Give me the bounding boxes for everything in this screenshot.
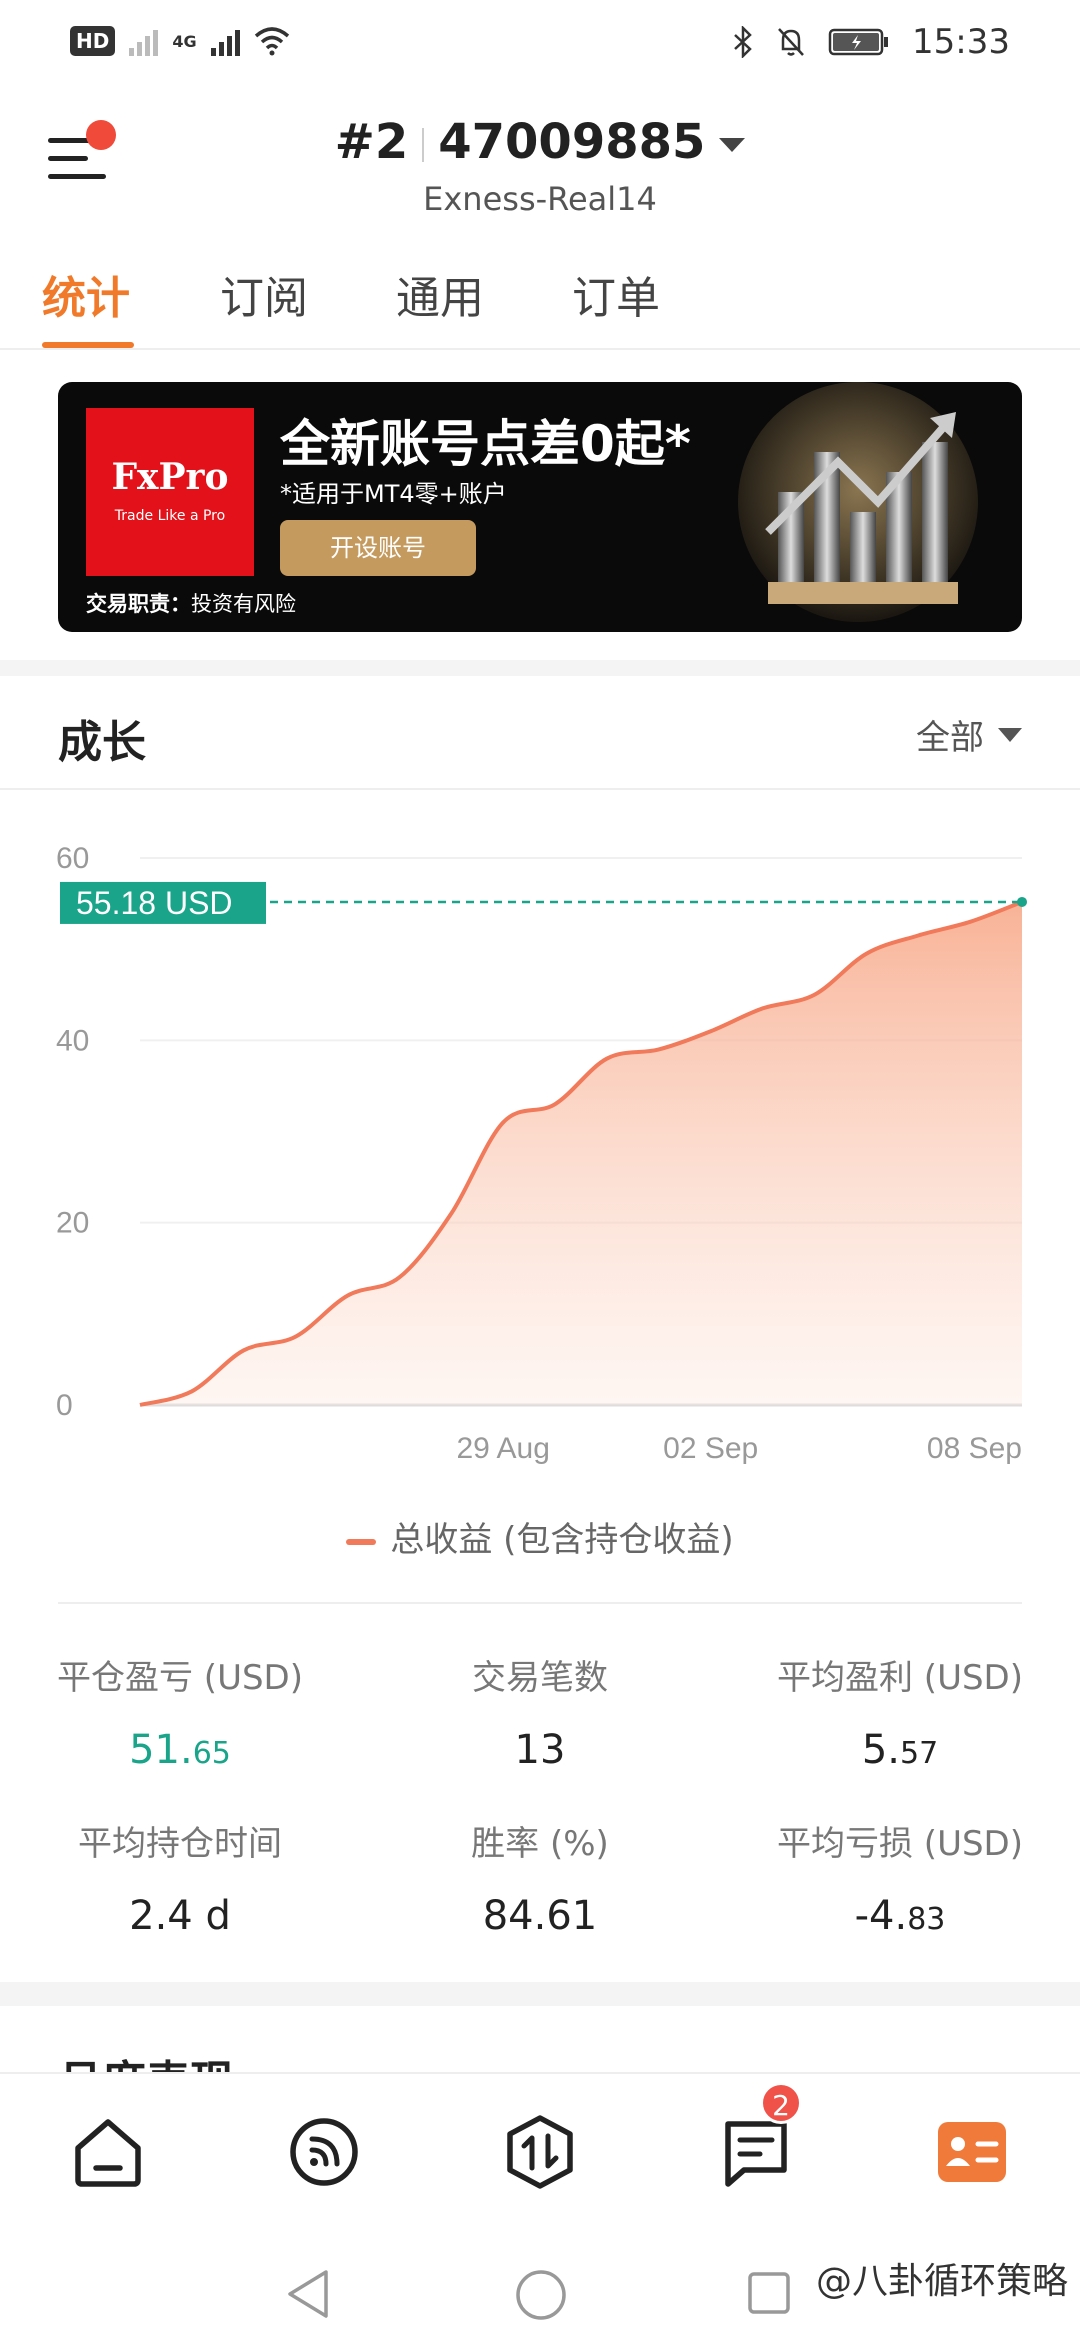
section-divider xyxy=(0,1982,1080,2006)
legend-swatch xyxy=(346,1538,377,1545)
status-bar: HD 4G 15:33 xyxy=(0,0,1080,92)
home-circle-icon[interactable] xyxy=(514,2268,568,2322)
stat-value: 13 xyxy=(514,1727,566,1773)
x-tick-label: 29 Aug xyxy=(456,1432,549,1465)
banner-chart-illustration xyxy=(738,382,978,622)
feed-icon[interactable] xyxy=(284,2112,364,2192)
stat-value: 84.61 xyxy=(482,1893,598,1939)
y-tick-label: 0 xyxy=(56,1389,73,1422)
x-tick-label: 02 Sep xyxy=(663,1432,758,1465)
open-account-button[interactable]: 开设账号 xyxy=(280,520,476,576)
stat-win-rate: 胜率 (%) 84.61 xyxy=(360,1816,720,1939)
x-tick-label: 08 Sep xyxy=(927,1432,1022,1465)
stat-label: 胜率 (%) xyxy=(471,1824,609,1864)
account-number: 47009885 xyxy=(438,114,706,170)
sim2-signal-icon xyxy=(210,26,240,56)
profile-card-icon[interactable] xyxy=(932,2112,1012,2192)
active-tab-indicator xyxy=(42,342,134,348)
y-tick-label: 20 xyxy=(56,1207,89,1240)
y-tick-label: 60 xyxy=(56,842,89,875)
chart-legend: 总收益 (包含持仓收益) xyxy=(0,1512,1080,1561)
stat-label: 平均盈利 (USD) xyxy=(777,1658,1023,1698)
banner-headline: 全新账号点差0起* xyxy=(280,415,691,473)
chevron-down-icon xyxy=(719,138,746,152)
hd-indicator: HD xyxy=(70,26,116,56)
account-index: #2 xyxy=(334,114,409,170)
ad-banner[interactable]: FxPro Trade Like a Pro 全新账号点差0起* *适用于MT4… xyxy=(58,382,1022,632)
account-server: Exness-Real14 xyxy=(423,180,657,218)
stat-value: 51.65 xyxy=(129,1727,231,1773)
growth-title: 成长 xyxy=(58,717,146,768)
divider xyxy=(58,1602,1022,1604)
current-value-label: 55.18 USD xyxy=(76,885,233,921)
tab-subscribe[interactable]: 订阅 xyxy=(220,262,308,350)
stat-label: 平仓盈亏 (USD) xyxy=(57,1658,303,1698)
tab-general[interactable]: 通用 xyxy=(396,262,484,350)
chevron-down-icon xyxy=(998,727,1022,742)
home-icon[interactable] xyxy=(68,2112,148,2192)
watermark-text: @八卦循环策略 xyxy=(815,2261,1068,2302)
y-tick-label: 40 xyxy=(56,1024,89,1057)
recents-icon[interactable] xyxy=(746,2270,792,2316)
mute-bell-icon xyxy=(778,28,804,56)
tab-bar: 统计 订阅 通用 订单 xyxy=(0,250,1080,350)
tab-statistics[interactable]: 统计 xyxy=(42,262,130,350)
growth-range-filter[interactable]: 全部 xyxy=(916,710,1022,759)
stat-label: 交易笔数 xyxy=(472,1658,608,1698)
legend-label: 总收益 (包含持仓收益) xyxy=(390,1520,734,1560)
bluetooth-icon xyxy=(734,26,752,58)
growth-area xyxy=(140,901,1022,1405)
messages-unread-badge: 2 xyxy=(760,2082,802,2124)
stat-label: 平均亏损 (USD) xyxy=(777,1824,1023,1864)
stat-value: 5.57 xyxy=(861,1727,939,1773)
stat-label: 平均持仓时间 xyxy=(78,1824,282,1864)
sim1-signal-icon xyxy=(129,26,159,56)
stat-avg-loss: 平均亏损 (USD) -4.83 xyxy=(720,1816,1080,1939)
current-value-marker xyxy=(1017,896,1027,907)
banner-subtext: *适用于MT4零+账户 xyxy=(280,480,507,508)
clock-time: 15:33 xyxy=(912,22,1010,62)
divider xyxy=(0,788,1080,790)
battery-charging-icon xyxy=(828,28,889,56)
banner-risk-notice: 交易职责：投资有风险 xyxy=(86,592,296,616)
stat-avg-hold-time: 平均持仓时间 2.4 d xyxy=(0,1816,360,1939)
network-type-label: 4G xyxy=(172,31,197,51)
section-divider xyxy=(0,660,1080,676)
stat-trade-count: 交易笔数 13 xyxy=(360,1650,720,1773)
wifi-icon xyxy=(254,27,289,56)
fxpro-logo: FxPro Trade Like a Pro xyxy=(86,408,254,576)
growth-chart[interactable]: 0 20 40 60 55.18 USD 29 Aug 02 Sep 08 Sep xyxy=(0,820,1080,1500)
stat-value: -4.83 xyxy=(854,1893,946,1939)
account-selector[interactable]: #2 47009885 xyxy=(0,114,1080,170)
stat-closed-pnl: 平仓盈亏 (USD) 51.65 xyxy=(0,1650,360,1773)
app-header: #2 47009885 Exness-Real14 xyxy=(0,92,1080,232)
back-icon[interactable] xyxy=(284,2268,332,2320)
stat-value: 2.4 d xyxy=(129,1893,231,1939)
tab-orders[interactable]: 订单 xyxy=(572,262,660,350)
trade-icon[interactable] xyxy=(500,2112,580,2192)
stat-avg-profit: 平均盈利 (USD) 5.57 xyxy=(720,1650,1080,1773)
